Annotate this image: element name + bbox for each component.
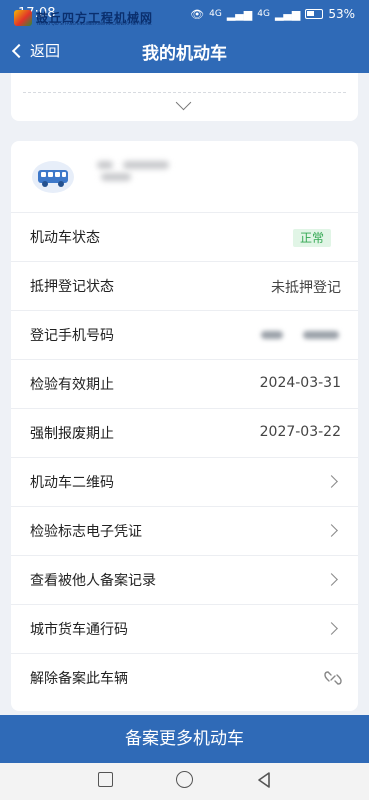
status-bar: 17:08 鼓丘四方工程机械网 YEONG QIU SI FANG ENGINE… xyxy=(0,0,369,30)
chevron-right-icon xyxy=(325,622,338,635)
row-inspection-expiry: 检验有效期止 2024-03-31 xyxy=(11,360,358,409)
row-phone-number: 登记手机号码 xyxy=(11,311,358,360)
home-icon[interactable] xyxy=(176,771,193,788)
row-label: 抵押登记状态 xyxy=(30,279,114,295)
back-triangle-icon[interactable] xyxy=(254,770,274,790)
blur-fragment xyxy=(123,161,169,169)
row-label: 机动车二维码 xyxy=(30,475,114,491)
collapsed-info-card xyxy=(11,73,358,121)
row-truck-pass-code[interactable]: 城市货车通行码 xyxy=(11,605,358,654)
row-vehicle-status: 机动车状态 正常 xyxy=(11,213,358,262)
top-header: 17:08 鼓丘四方工程机械网 YEONG QIU SI FANG ENGINE… xyxy=(0,0,369,73)
row-vehicle-qrcode[interactable]: 机动车二维码 xyxy=(11,458,358,507)
status-indicators: 👁 4G ▂▄▆ 4G ▂▄▆ 53% xyxy=(190,7,355,21)
page-title: 我的机动车 xyxy=(142,44,227,64)
chevron-right-icon xyxy=(325,524,338,537)
row-label: 查看被他人备案记录 xyxy=(30,573,156,589)
row-inspection-certificate[interactable]: 检验标志电子凭证 xyxy=(11,507,358,556)
row-label: 登记手机号码 xyxy=(30,328,114,344)
signal-icon-2: 4G xyxy=(257,9,270,19)
plate-number-blurred xyxy=(91,157,173,187)
row-mortgage-status: 抵押登记状态 未抵押登记 xyxy=(11,262,358,311)
row-label: 解除备案此车辆 xyxy=(30,671,128,687)
row-value: 2024-03-31 xyxy=(259,375,341,391)
row-label: 强制报废期止 xyxy=(30,426,114,442)
blur-fragment xyxy=(261,331,283,339)
row-label: 检验标志电子凭证 xyxy=(30,524,142,540)
vehicle-card: 机动车状态 正常 抵押登记状态 未抵押登记 登记手机号码 检验有效期止 2024… xyxy=(11,141,358,711)
phone-number-blurred xyxy=(259,329,341,341)
nav-bar: 返回 我的机动车 xyxy=(0,30,369,73)
row-label: 检验有效期止 xyxy=(30,377,114,393)
row-filing-records[interactable]: 查看被他人备案记录 xyxy=(11,556,358,605)
battery-icon xyxy=(305,9,324,19)
row-label: 机动车状态 xyxy=(30,230,100,246)
battery-percent: 53% xyxy=(328,7,355,21)
chevron-right-icon xyxy=(325,573,338,586)
blur-fragment xyxy=(303,331,339,339)
status-badge: 正常 xyxy=(292,229,331,247)
recent-apps-icon[interactable] xyxy=(98,772,113,787)
unlink-icon xyxy=(324,671,342,685)
chevron-right-icon xyxy=(325,475,338,488)
blur-fragment xyxy=(97,161,113,169)
system-navigation-bar xyxy=(0,763,369,800)
divider xyxy=(23,92,346,93)
row-remove-filing[interactable]: 解除备案此车辆 xyxy=(11,654,358,703)
row-value: 未抵押登记 xyxy=(271,280,341,296)
watermark-icon xyxy=(14,9,32,26)
row-scrap-deadline: 强制报废期止 2027-03-22 xyxy=(11,409,358,458)
van-icon xyxy=(32,161,74,193)
eye-icon: 👁 xyxy=(190,7,205,21)
signal-icon: 4G xyxy=(209,9,222,19)
add-more-vehicles-button[interactable]: 备案更多机动车 xyxy=(0,715,369,763)
watermark-subtitle: YEONG QIU SI FANG ENGINEERING MACHINERY … xyxy=(36,21,152,26)
row-value: 2027-03-22 xyxy=(259,424,341,440)
row-label: 城市货车通行码 xyxy=(30,622,128,638)
signal-bars-icon-2: ▂▄▆ xyxy=(274,7,301,21)
vehicle-header xyxy=(11,141,358,213)
chevron-down-icon[interactable] xyxy=(175,94,192,111)
blur-fragment xyxy=(101,173,131,181)
signal-bars-icon: ▂▄▆ xyxy=(226,7,253,21)
